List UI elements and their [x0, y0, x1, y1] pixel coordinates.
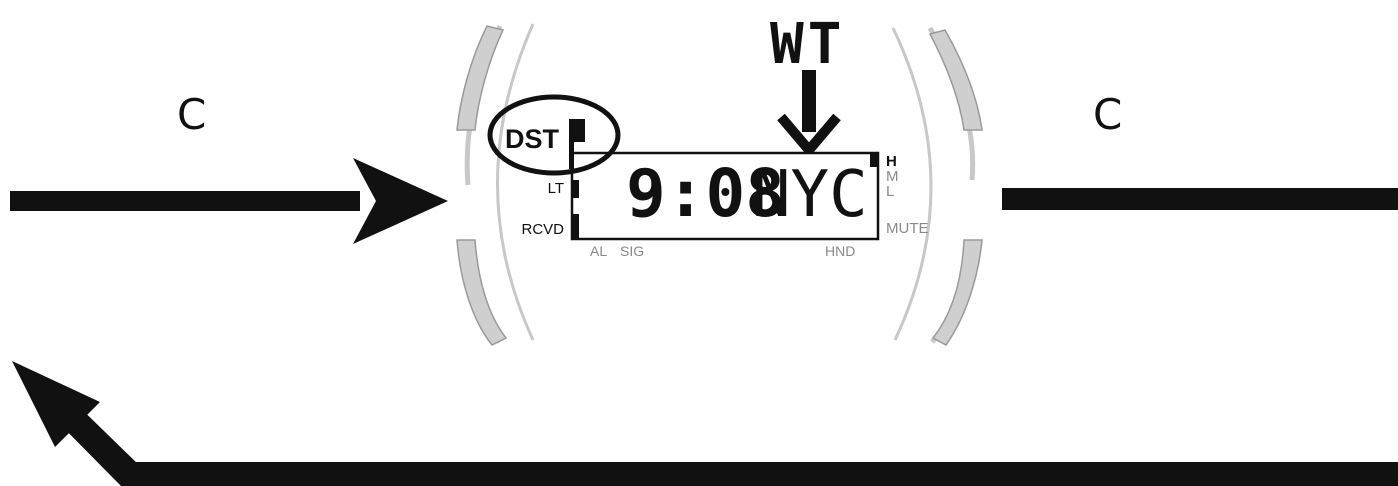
watch-bezel-left	[456, 23, 535, 346]
sig-label: SIG	[620, 243, 644, 259]
button-c-label-left: C	[177, 90, 206, 139]
rcvd-marker	[572, 214, 579, 239]
rcvd-label: RCVD	[521, 221, 564, 238]
watch-mode-diagram: C C WT DST LT RCVD 9:08 NYC AL SIG HND H…	[10, 12, 1398, 486]
city-code: NYC	[752, 158, 868, 232]
hnd-label: HND	[825, 243, 855, 259]
button-c-label-right: C	[1093, 90, 1122, 139]
dst-label: DST	[505, 124, 560, 154]
arrow-right-into-watch	[10, 158, 448, 244]
lt-label: LT	[548, 180, 564, 197]
arrow-down-to-display	[777, 70, 841, 158]
watch-bezel-right	[891, 26, 983, 346]
level-marker	[870, 153, 878, 167]
level-l-label: L	[886, 183, 894, 200]
mode-title-wt: WT	[770, 12, 845, 77]
mute-label: MUTE	[886, 220, 929, 237]
lt-marker	[572, 180, 579, 198]
line-out-of-watch	[1002, 188, 1398, 210]
al-label: AL	[590, 243, 607, 259]
return-arrow	[12, 361, 1398, 486]
